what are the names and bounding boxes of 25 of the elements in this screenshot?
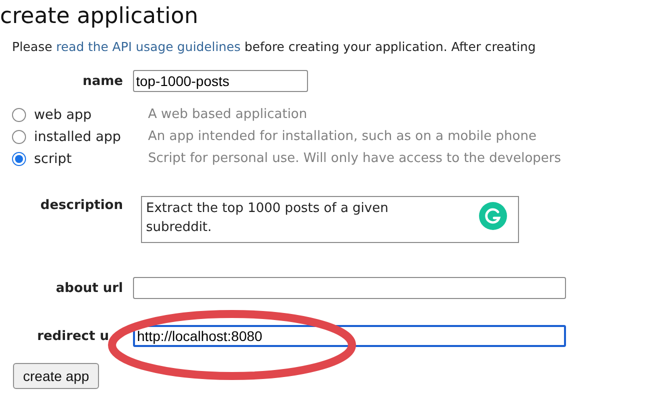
grammarly-icon[interactable]	[478, 201, 508, 231]
radio-label: installed app	[34, 129, 121, 145]
radio-icon[interactable]	[12, 130, 26, 144]
radio-icon[interactable]	[12, 152, 26, 166]
app-type-description: An app intended for installation, such as on a mobile phone	[148, 128, 538, 146]
intro-text: Please read the API usage guidelines before creating your application. After creating	[12, 39, 537, 54]
field-label: redirect u	[36, 328, 110, 344]
field-label: about url	[54, 280, 123, 296]
radio-label: script	[34, 151, 72, 167]
field-label: name	[82, 74, 123, 88]
radio-label: web app	[34, 107, 92, 123]
guidelines-link[interactable]: read the API usage guidelines	[56, 39, 241, 54]
app-type-description: A web based application	[148, 106, 308, 124]
field-label: description	[39, 197, 123, 213]
radio-icon[interactable]	[12, 108, 26, 122]
name-input[interactable]: top-1000-posts	[133, 70, 308, 92]
app-type-description: Script for personal use. Will only have access to the developers	[148, 150, 562, 168]
about-url-input[interactable]	[133, 277, 566, 299]
app-type-radio[interactable]: installed app	[12, 126, 148, 148]
app-type-radio[interactable]: script	[12, 148, 148, 170]
description-textarea[interactable]: Extract the top 1000 posts of a given subreddit.	[141, 196, 519, 243]
app-type-radio[interactable]: web app	[12, 104, 148, 126]
redirect-url-input[interactable]: http://localhost:8080	[133, 325, 566, 347]
page-title: create application	[0, 4, 200, 29]
create-app-button[interactable]: create app	[13, 363, 100, 389]
